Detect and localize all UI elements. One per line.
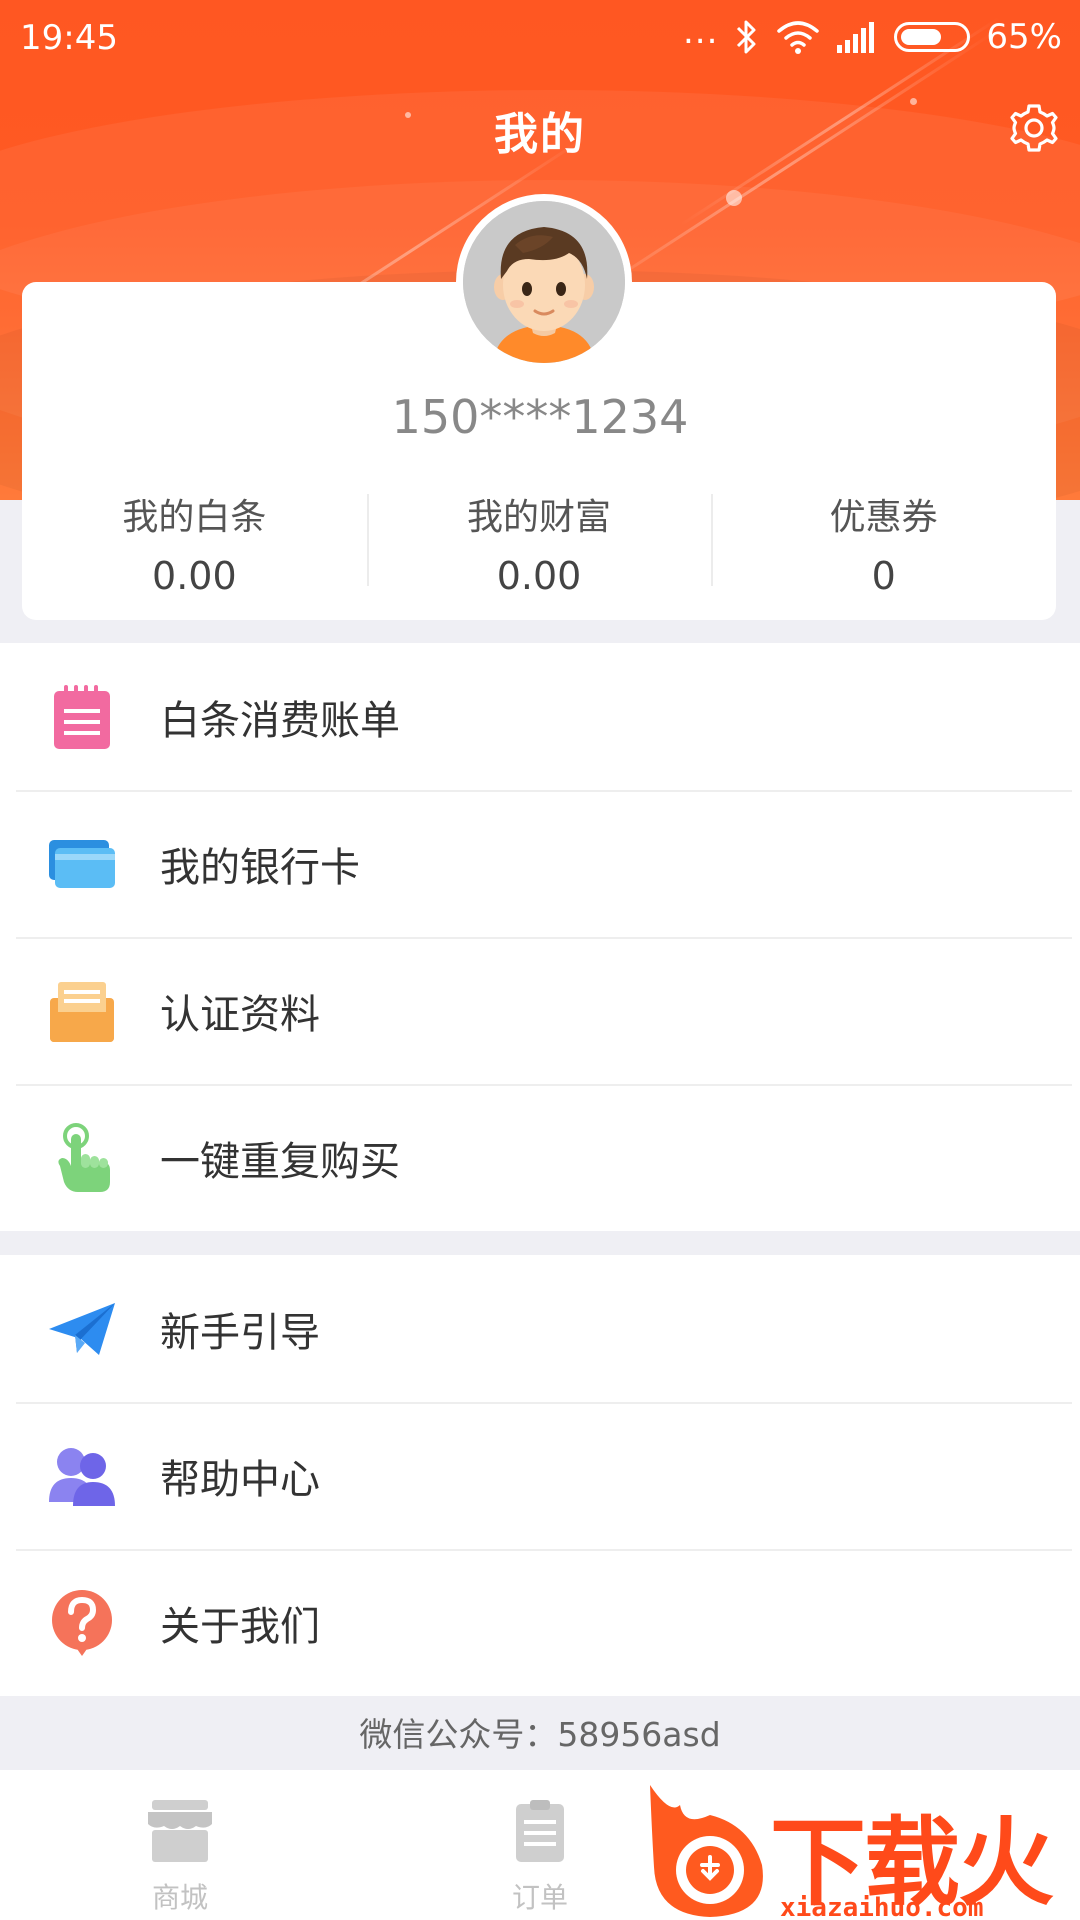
stat-label: 我的白条 [122, 497, 267, 538]
menu-item-about-us[interactable]: 关于我们 [0, 1549, 1080, 1696]
battery-icon [894, 22, 971, 52]
watermark-logo: 下载火 xiazaihuo.com [640, 1775, 1080, 1920]
status-bar: 19:45 ... 65% [0, 0, 1080, 78]
tab-store[interactable]: 商城 [0, 1770, 360, 1920]
bill-icon [54, 684, 110, 749]
signal-icon [837, 22, 875, 53]
wechat-official-account: 微信公众号：58956asd [359, 1715, 721, 1754]
bank-card-icon [49, 839, 115, 888]
menu-label: 白条消费账单 [160, 697, 400, 744]
menu-label: 关于我们 [160, 1603, 320, 1650]
stat-value: 0.00 [496, 554, 582, 598]
store-icon [148, 1800, 212, 1862]
menu-label: 新手引导 [160, 1309, 320, 1356]
document-icon [50, 981, 114, 1042]
watermark-url: xiazaihuo.com [780, 1893, 984, 1920]
page-title: 我的 [494, 109, 586, 160]
avatar-image [463, 201, 625, 363]
menu-item-help-center[interactable]: 帮助中心 [0, 1402, 1080, 1549]
menu-label: 一键重复购买 [160, 1138, 400, 1185]
stat-coupons[interactable]: 优惠券 0 [711, 488, 1056, 598]
menu-item-guide[interactable]: 新手引导 [0, 1255, 1080, 1402]
flame-logo-icon [650, 1785, 763, 1917]
stat-wealth[interactable]: 我的财富 0.00 [366, 488, 712, 598]
avatar[interactable] [456, 194, 632, 370]
account-stats: 我的白条 0.00 我的财富 0.00 优惠券 0 [22, 488, 1056, 598]
settings-button[interactable] [1006, 100, 1062, 156]
user-phone-number: 150****1234 [391, 390, 689, 444]
question-icon [52, 1589, 112, 1656]
menu-label: 认证资料 [160, 991, 320, 1038]
wifi-icon [777, 21, 820, 54]
order-icon [516, 1800, 564, 1862]
status-time: 19:45 [20, 18, 118, 58]
battery-percentage: 65% [986, 17, 1062, 57]
stat-label: 优惠券 [829, 497, 938, 538]
gear-icon [1010, 104, 1058, 152]
bluetooth-icon [737, 20, 756, 54]
menu-label: 我的银行卡 [160, 844, 360, 891]
menu-group-help: 新手引导 帮助中心 关于我们 [0, 1255, 1080, 1696]
users-icon [49, 1447, 115, 1506]
menu-item-rebuy[interactable]: 一键重复购买 [0, 1084, 1080, 1231]
menu-item-certification[interactable]: 认证资料 [0, 937, 1080, 1084]
stat-value: 0 [871, 554, 896, 598]
menu-item-bill[interactable]: 白条消费账单 [0, 643, 1080, 790]
menu-item-bank-card[interactable]: 我的银行卡 [0, 790, 1080, 937]
menu-label: 帮助中心 [160, 1456, 320, 1503]
stat-label: 我的财富 [467, 497, 612, 538]
notification-dots: ... [682, 12, 719, 52]
tap-hand-icon [58, 1122, 110, 1192]
menu-group-account: 白条消费账单 我的银行卡 认证资料 一键重复购买 [0, 643, 1080, 1231]
paper-plane-icon [49, 1302, 115, 1355]
stat-baitiao[interactable]: 我的白条 0.00 [22, 488, 367, 598]
stat-value: 0.00 [152, 554, 237, 598]
tab-label: 商城 [151, 1881, 208, 1914]
